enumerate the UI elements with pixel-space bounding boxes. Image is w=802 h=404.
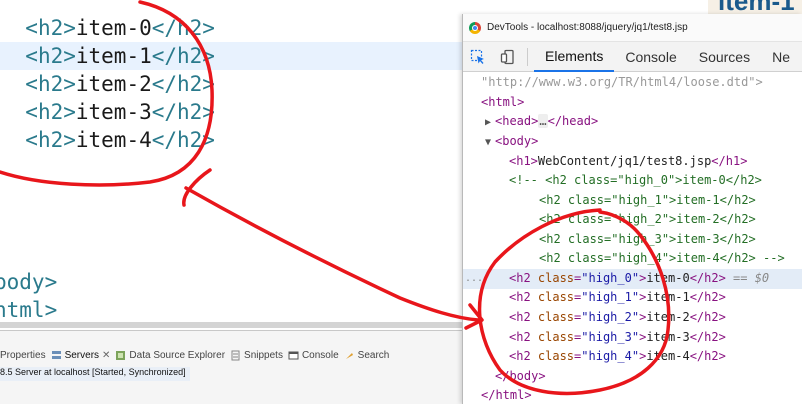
code-line-current[interactable]: <h2>item-1</h2> (0, 42, 470, 70)
devtools-toolbar: Elements Console Sources Ne (463, 42, 802, 72)
dom-tree[interactable]: "http://www.w3.org/TR/html4/loose.dtd"> … (463, 72, 802, 404)
devtools-window: DevTools - localhost:8088/jquery/jq1/tes… (462, 14, 802, 404)
doctype-node[interactable]: "http://www.w3.org/TR/html4/loose.dtd"> (481, 73, 802, 93)
comment-node[interactable]: <!-- <h2 class="high_0">item-0</h2> (509, 171, 802, 191)
panel-tab-bar: Properties Servers ✕ Data Source Explore… (0, 345, 394, 365)
horizontal-scrollbar[interactable] (0, 322, 470, 328)
search-icon (344, 350, 355, 361)
tab-snippets[interactable]: Snippets (230, 350, 288, 361)
h2-node[interactable]: <h2 class="high_4">item-4</h2> (509, 347, 802, 367)
comment-line[interactable]: <h2 class="high_3">item-3</h2> (539, 230, 802, 250)
background-window: item-1 (708, 0, 802, 14)
code-line[interactable]: body> (0, 268, 464, 296)
tab-label: Data Source Explorer (129, 349, 226, 361)
inspect-element-icon[interactable] (463, 42, 493, 72)
devtools-titlebar: DevTools - localhost:8088/jquery/jq1/tes… (463, 14, 802, 42)
code-line[interactable]: html> (0, 296, 464, 324)
h2-node[interactable]: <h2 class="high_1">item-1</h2> (509, 288, 802, 308)
tab-label: Console (301, 349, 339, 361)
code-text: item-0 (75, 16, 152, 40)
code-editor[interactable]: <h2>item-0</h2> <h2>item-1</h2> <h2>item… (0, 0, 470, 328)
collapse-arrow-icon[interactable]: ▼ (485, 133, 495, 153)
background-window-title: item-1 (718, 0, 795, 14)
comment-line[interactable]: <h2 class="high_2">item-2</h2> (539, 210, 802, 230)
console-icon (288, 350, 299, 361)
node-dots: ... (465, 273, 484, 284)
tag-open: <h2> (25, 16, 76, 40)
tab-servers[interactable]: Servers ✕ (51, 350, 116, 361)
code-line[interactable]: <h2>item-0</h2> (0, 14, 470, 42)
tab-network[interactable]: Ne (761, 42, 801, 72)
close-icon[interactable]: ✕ (102, 350, 110, 361)
tag-close: </h2> (151, 72, 215, 96)
tag-close: </h2> (151, 44, 215, 68)
comment-line[interactable]: <h2 class="high_4">item-4</h2> --> (539, 249, 802, 269)
comment-line[interactable]: <h2 class="high_1">item-1</h2> (539, 191, 802, 211)
tab-data-source-explorer[interactable]: Data Source Explorer (115, 350, 230, 361)
body-close-node[interactable]: </body> (495, 367, 802, 387)
code-line[interactable]: <h2>item-2</h2> (0, 70, 470, 98)
tab-sources[interactable]: Sources (688, 42, 761, 72)
expand-arrow-icon[interactable]: ▶ (485, 113, 495, 133)
code-text: item-2 (75, 72, 152, 96)
toolbar-separator (527, 47, 528, 66)
html-close-node[interactable]: </html> (481, 386, 802, 404)
code-text: item-3 (75, 100, 152, 124)
code-line[interactable]: <h2>item-3</h2> (0, 98, 470, 126)
h2-node[interactable]: <h2 class="high_3">item-3</h2> (509, 328, 802, 348)
tag-open: <h2> (25, 72, 76, 96)
snippets-icon (230, 350, 241, 361)
body-close-tag: body> (0, 270, 58, 294)
h2-node-selected[interactable]: ... <h2 class="high_0">item-0</h2> == $0 (463, 269, 802, 289)
bottom-panel: Properties Servers ✕ Data Source Explore… (0, 330, 470, 404)
tab-console[interactable]: Console (288, 350, 344, 361)
tab-label: Properties (0, 349, 46, 361)
device-toolbar-icon[interactable] (493, 42, 523, 72)
servers-icon (51, 350, 62, 361)
tab-elements[interactable]: Elements (534, 42, 615, 72)
h2-node[interactable]: <h2 class="high_2">item-2</h2> (509, 308, 802, 328)
tag-close: </h2> (151, 100, 215, 124)
tab-label: Search (357, 349, 390, 361)
chrome-icon (469, 21, 481, 34)
head-node[interactable]: ▶ <head>…</head> (485, 112, 802, 132)
tab-properties[interactable]: Properties (0, 350, 51, 361)
database-icon (115, 350, 126, 361)
tab-search[interactable]: Search (344, 350, 395, 361)
tag-close: </h2> (151, 128, 215, 152)
code-line[interactable]: <h2>item-4</h2> (0, 126, 470, 154)
tab-label: Servers (64, 349, 100, 361)
tab-console[interactable]: Console (614, 42, 687, 72)
tag-open: <h2> (25, 128, 76, 152)
tag-close: </h2> (151, 16, 215, 40)
body-node[interactable]: ▼ <body> (485, 132, 802, 152)
tab-label: Snippets (244, 349, 283, 361)
window-title: DevTools - localhost:8088/jquery/jq1/tes… (487, 22, 688, 33)
h1-node[interactable]: <h1>WebContent/jq1/test8.jsp</h1> (509, 152, 802, 172)
html-close-tag: html> (0, 298, 58, 322)
server-entry[interactable]: 8.5 Server at localhost [Started, Synchr… (0, 367, 190, 381)
code-text: item-1 (75, 44, 152, 68)
tag-open: <h2> (25, 100, 76, 124)
tag-open: <h2> (25, 44, 76, 68)
html-node[interactable]: <html> (481, 93, 802, 113)
code-text: item-4 (75, 128, 152, 152)
